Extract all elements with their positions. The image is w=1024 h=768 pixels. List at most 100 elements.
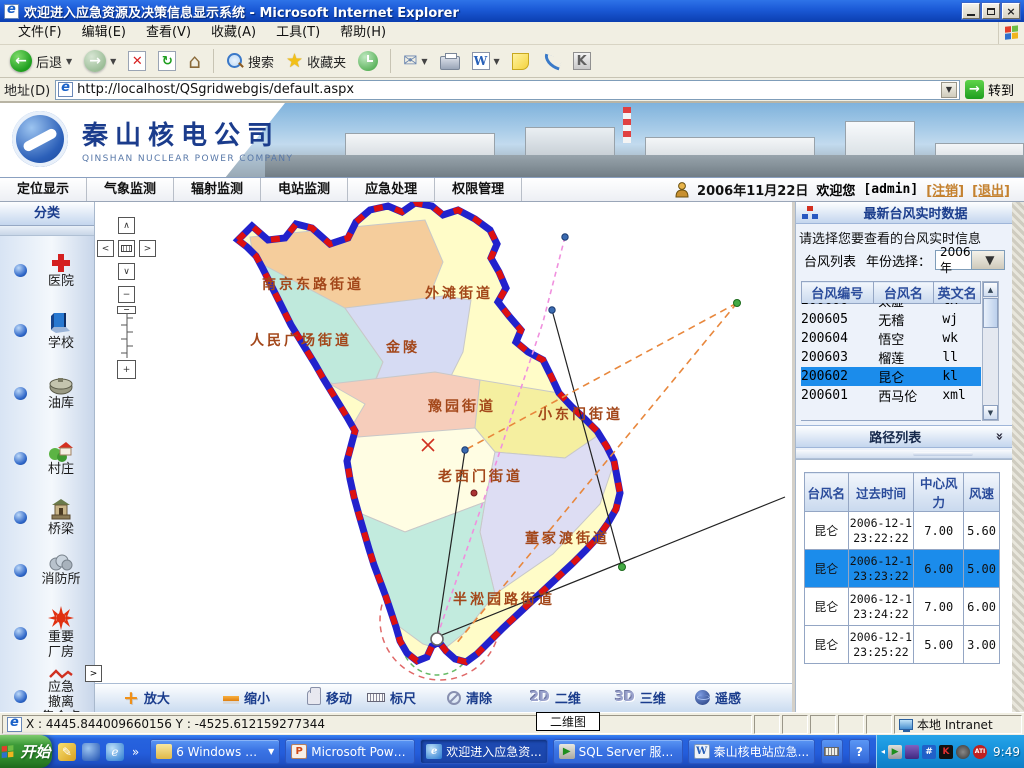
back-dropdown-icon[interactable]: ▼ — [66, 57, 72, 66]
pan-down-button[interactable]: ∨ — [118, 263, 135, 280]
tray-display-icon[interactable] — [905, 745, 919, 759]
zoom-out-tool[interactable]: 缩小 — [223, 688, 270, 707]
list-scrollbar[interactable]: ▲ ▼ — [982, 281, 999, 421]
table-row[interactable]: 昆仑 2006-12-123:25:22 5.00 3.00 — [805, 626, 1000, 664]
map-viewport[interactable]: 南京东路街道 外滩街道 人民广场街道 金陵 豫园街道 小东门街道 老西门街道 董… — [95, 202, 792, 683]
menu-edit[interactable]: 编辑(E) — [72, 22, 136, 44]
quit-link[interactable]: [退出] — [972, 180, 1010, 199]
sidebar-item-village[interactable]: 村庄 — [0, 440, 95, 477]
tab-radiation-monitor[interactable]: 辐射监测 — [174, 178, 261, 201]
taskbar-item-word-doc[interactable]: W 秦山核电站应急... — [688, 739, 815, 764]
mail-button[interactable]: ✉▼ — [399, 51, 431, 72]
go-button[interactable]: → 转到 — [965, 80, 1020, 99]
menu-file[interactable]: 文件(F) — [8, 22, 72, 44]
zoom-slider-handle[interactable]: − — [117, 306, 136, 314]
table-row-selected[interactable]: 200602 昆仑 kl — [801, 367, 981, 386]
quick-launch-desktop-icon[interactable]: ✎ — [58, 743, 76, 761]
tray-volume-icon[interactable] — [956, 745, 970, 759]
menu-view[interactable]: 查看(V) — [136, 22, 201, 44]
pan-up-button[interactable]: ∧ — [118, 217, 135, 234]
edit-word-button[interactable]: W▼ — [468, 50, 504, 72]
taskbar-item-explorer-group[interactable]: 6 Windows Expl... ▼ — [150, 739, 280, 764]
sidebar-item-fire-station[interactable]: 消防所 — [0, 554, 95, 587]
search-button[interactable]: 搜索 — [222, 50, 278, 73]
favorites-button[interactable]: ★ 收藏夹 — [282, 50, 350, 73]
refresh-button[interactable]: ↻ — [154, 49, 180, 73]
forward-dropdown-icon[interactable]: ▼ — [110, 57, 116, 66]
sidebar-item-hospital[interactable]: 医院 — [0, 252, 95, 289]
pan-tool[interactable]: 移动 — [307, 688, 352, 707]
tab-permission[interactable]: 权限管理 — [435, 178, 522, 201]
full-extent-button[interactable] — [118, 240, 135, 257]
forward-button[interactable]: → ▼ — [80, 48, 120, 74]
restore-button[interactable] — [982, 3, 1000, 19]
quick-launch-ie-icon[interactable]: e — [106, 743, 124, 761]
view-2d-tool[interactable]: 2D二维 — [530, 688, 581, 707]
tab-station-monitor[interactable]: 电站监测 — [261, 178, 348, 201]
table-row[interactable]: 200604 悟空 wk — [801, 329, 981, 348]
sidebar-collapse-button[interactable]: > — [85, 665, 102, 682]
menu-help[interactable]: 帮助(H) — [330, 22, 396, 44]
measure-tool[interactable]: 标尺 — [367, 688, 416, 707]
history-button[interactable] — [354, 49, 382, 73]
path-list-bar[interactable]: 路径列表 » — [796, 425, 1013, 448]
minimize-button[interactable] — [962, 3, 980, 19]
menu-favorites[interactable]: 收藏(A) — [201, 22, 266, 44]
table-row[interactable]: 200601 西马伦 xml — [801, 386, 981, 405]
zoom-level-minus-button[interactable]: − — [118, 286, 135, 303]
typhoon-list-body[interactable]: 200606 太虚 tx 200605 无稽 wj 200604 悟空 wk — [801, 303, 981, 421]
home-button[interactable]: ⌂ — [184, 47, 205, 75]
remote-sensing-tool[interactable]: 遥感 — [695, 688, 741, 707]
address-url[interactable]: http://localhost/QSgridwebgis/default.as… — [77, 82, 937, 97]
table-row[interactable]: 昆仑 2006-12-123:22:22 7.00 5.60 — [805, 512, 1000, 550]
table-row[interactable]: 200603 榴莲 ll — [801, 348, 981, 367]
quick-launch-app-icon[interactable] — [82, 743, 100, 761]
address-input[interactable]: http://localhost/QSgridwebgis/default.as… — [55, 80, 960, 100]
quick-launch-overflow-icon[interactable]: » — [132, 745, 139, 759]
sidebar-item-bridge[interactable]: 桥梁 — [0, 498, 95, 537]
taskbar-item-powerpoint[interactable]: P Microsoft PowerP... — [285, 739, 415, 764]
pan-right-button[interactable]: > — [139, 240, 156, 257]
tray-antivirus-icon[interactable]: K — [939, 745, 953, 759]
group-dropdown-icon[interactable]: ▼ — [268, 747, 274, 756]
messenger-button[interactable] — [537, 50, 565, 72]
tray-sql-icon[interactable]: ▶ — [888, 745, 902, 759]
scroll-down-icon[interactable]: ▼ — [983, 405, 998, 420]
tab-weather-monitor[interactable]: 气象监测 — [87, 178, 174, 201]
keyboard-layout-button[interactable] — [821, 739, 842, 764]
sidebar-item-school[interactable]: 学校 — [0, 310, 95, 351]
tray-collapse-icon[interactable]: ◂ — [881, 747, 885, 756]
section-splitter[interactable] — [796, 450, 1013, 459]
scroll-thumb[interactable] — [983, 298, 998, 328]
back-button[interactable]: ← 后退 ▼ — [6, 48, 76, 74]
notes-button[interactable] — [508, 51, 533, 72]
clear-tool[interactable]: 清除 — [447, 688, 492, 707]
table-row[interactable]: 200605 无稽 wj — [801, 310, 981, 329]
print-button[interactable] — [436, 50, 464, 72]
scroll-up-icon[interactable]: ▲ — [983, 282, 998, 297]
menu-tools[interactable]: 工具(T) — [266, 22, 330, 44]
view-3d-tool[interactable]: 3D三维 — [615, 688, 666, 707]
address-dropdown-icon[interactable]: ▼ — [941, 82, 957, 98]
tray-ati-icon[interactable]: ATI — [973, 745, 987, 759]
sidebar-item-important-plant[interactable]: 重要 厂房 — [0, 606, 95, 660]
help-button[interactable]: ? — [849, 739, 870, 764]
taskbar-item-ie-active[interactable]: e 欢迎进入应急资... — [420, 739, 547, 764]
stop-button[interactable]: ✕ — [124, 49, 150, 73]
start-button[interactable]: 开始 — [0, 735, 52, 768]
taskbar-item-sql-server[interactable]: ▶ SQL Server 服务... — [553, 739, 683, 764]
tab-location-display[interactable]: 定位显示 — [0, 178, 87, 201]
table-row[interactable]: 200606 太虚 tx — [801, 303, 981, 310]
close-button[interactable]: × — [1002, 3, 1020, 19]
antivirus-button[interactable]: K — [569, 50, 595, 72]
tab-emergency-handle[interactable]: 应急处理 — [348, 178, 435, 201]
table-row-selected[interactable]: 昆仑 2006-12-123:23:22 6.00 5.00 — [805, 550, 1000, 588]
zoom-level-plus-button[interactable]: + — [117, 360, 136, 379]
sidebar-item-oil-depot[interactable]: 油库 — [0, 376, 95, 411]
tray-grid-icon[interactable]: # — [922, 745, 936, 759]
year-dropdown-icon[interactable]: ▼ — [971, 251, 1004, 269]
pan-left-button[interactable]: < — [97, 240, 114, 257]
zoom-slider-track[interactable] — [120, 314, 134, 358]
year-select[interactable]: 2006年 ▼ — [935, 250, 1005, 270]
collapse-chevron-icon[interactable]: » — [991, 432, 1006, 440]
